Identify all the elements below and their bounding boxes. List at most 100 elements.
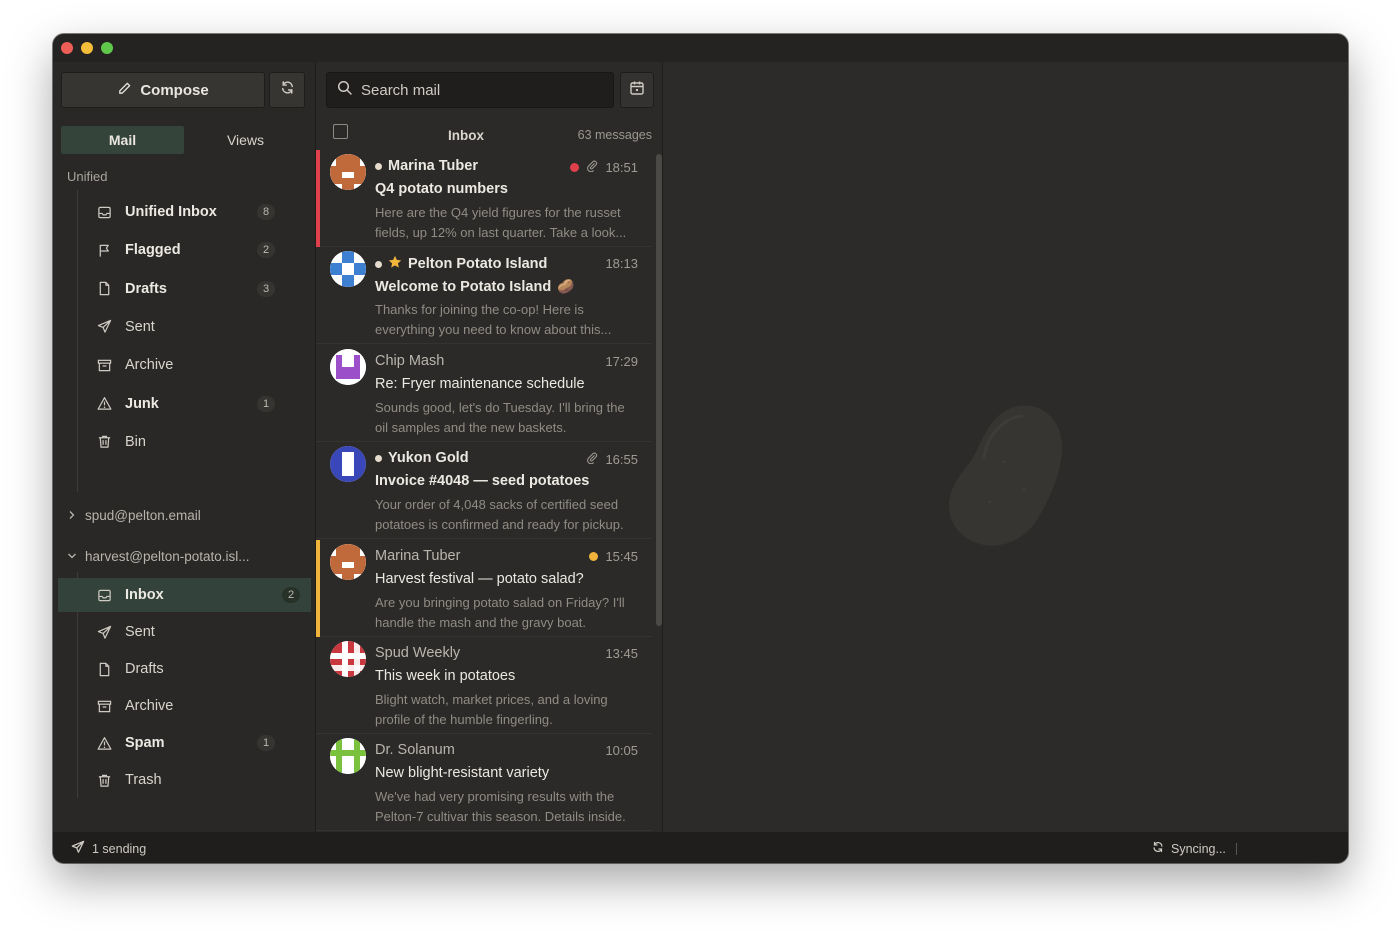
- folder-label: Inbox: [125, 587, 164, 603]
- subject-text: Welcome to Potato Island: [375, 278, 552, 295]
- folder-sent[interactable]: Sent: [85, 310, 313, 344]
- message-meta: 13:45: [605, 646, 638, 661]
- tab-views[interactable]: Views: [184, 126, 307, 154]
- send-icon: [71, 840, 85, 857]
- message-row[interactable]: Dr. Solanum 10:05 New blight-resistant var…: [316, 734, 652, 832]
- subject: New blight-resistant variety: [375, 765, 645, 781]
- subject: Q4 potato numbers: [375, 181, 645, 197]
- minimize-window-button[interactable]: [81, 42, 93, 54]
- avatar: [330, 641, 366, 677]
- folder-label: Drafts: [125, 280, 167, 297]
- sending-label: 1 sending: [92, 841, 147, 856]
- subject-text: Re: Fryer maintenance schedule: [375, 375, 585, 392]
- message-row[interactable]: Chip Mash 17:29 Re: Fryer maintenance sche…: [316, 345, 652, 442]
- subject-text: Invoice #4048 — seed potatoes: [375, 473, 590, 490]
- folder-spam[interactable]: Spam 1: [85, 726, 313, 760]
- unread-dot: [375, 454, 382, 462]
- message-meta: 18:13: [605, 256, 638, 271]
- calendar-button[interactable]: [620, 72, 654, 108]
- list-scrollbar[interactable]: [656, 154, 662, 626]
- folder-label: Spam: [125, 735, 165, 751]
- message-list-pane: Search mail Inbox 63 messages Marina Tub…: [315, 62, 663, 832]
- message-time: 13:45: [605, 646, 638, 661]
- chevron-down-icon: [67, 549, 77, 564]
- potato-emoji: 🥔: [557, 278, 575, 295]
- message-row[interactable]: Marina Tuber 15:45 Harvest festival — pota…: [316, 539, 652, 637]
- folder-junk[interactable]: Junk 1: [85, 387, 313, 421]
- potato-logo-placeholder: [948, 405, 1063, 546]
- inbox-icon: [96, 587, 112, 603]
- sender-name: Spud Weekly: [375, 645, 461, 661]
- sender-name: Yukon Gold: [388, 450, 469, 467]
- flag-icon: [96, 242, 112, 258]
- preview: We've had very promising results with th…: [375, 789, 626, 825]
- avatar: [330, 543, 366, 580]
- folder-label: Junk: [125, 395, 159, 412]
- message-row[interactable]: Pelton Potato Island 18:13 Welcome to Pota…: [316, 247, 652, 345]
- sync-icon: [1151, 840, 1165, 857]
- message-row[interactable]: Marina Tuber 18:51 Q4 potato numbers Here a…: [316, 150, 652, 247]
- folder-flagged[interactable]: Flagged 2: [85, 233, 313, 267]
- tab-mail[interactable]: Mail: [61, 126, 184, 154]
- preview: Here are the Q4 yield figures for the ru…: [375, 205, 627, 240]
- search-placeholder: Search mail: [361, 81, 441, 99]
- message-row[interactable]: Yukon Gold 16:55 Invoice #4048 — seed pota…: [316, 442, 652, 540]
- list-header: Inbox 63 messages: [316, 120, 662, 150]
- sender-name: Dr. Solanum: [375, 742, 455, 759]
- inbox-icon: [96, 204, 112, 220]
- folder-sent[interactable]: Sent: [85, 615, 313, 649]
- folder-unified-inbox[interactable]: Unified Inbox 8: [85, 195, 313, 229]
- message-row[interactable]: Spud Weekly 13:45 This week in potatoes Bli…: [316, 637, 652, 734]
- folder-drafts[interactable]: Drafts 3: [85, 272, 313, 306]
- folder-label: Drafts: [125, 661, 164, 677]
- avatar: [330, 738, 366, 775]
- subject: Invoice #4048 — seed potatoes: [375, 473, 645, 489]
- sender-name: Marina Tuber: [388, 158, 478, 174]
- sender: Spud Weekly: [375, 645, 460, 661]
- search-icon: [337, 80, 353, 100]
- preview: Your order of 4,048 sacks of certified s…: [375, 497, 624, 533]
- folder-bin[interactable]: Bin: [85, 425, 313, 459]
- avatar: [330, 348, 366, 385]
- refresh-button[interactable]: [269, 72, 305, 108]
- color-tag-dot: [589, 551, 599, 561]
- folder-label: Sent: [125, 624, 155, 640]
- send-icon: [96, 624, 112, 640]
- sender: Pelton Potato Island: [375, 255, 547, 273]
- unread-count-badge: 2: [257, 242, 275, 259]
- subject-text: Harvest festival — potato salad?: [375, 570, 584, 587]
- sender-name: Pelton Potato Island: [408, 256, 548, 273]
- trash-icon: [96, 772, 112, 788]
- file-icon: [96, 661, 112, 677]
- account-harvest[interactable]: harvest@pelton-potato.isl...: [67, 549, 250, 564]
- avatar: [330, 446, 366, 483]
- search-input[interactable]: Search mail: [326, 72, 614, 108]
- sender-name: Marina Tuber: [375, 547, 461, 564]
- paperclip-icon: [586, 159, 598, 175]
- folder-archive[interactable]: Archive: [85, 689, 313, 723]
- unread-dot: [375, 162, 382, 170]
- folder-label: Archive: [125, 357, 174, 374]
- status-bar: 1 sending Syncing...: [53, 832, 1348, 863]
- preview: Thanks for joining the co-op! Here is ev…: [375, 302, 612, 338]
- folder-trash[interactable]: Trash: [85, 763, 313, 797]
- sending-status[interactable]: 1 sending: [71, 840, 146, 857]
- folder-inbox[interactable]: Inbox 2: [58, 578, 311, 612]
- sync-progress: [1235, 842, 1237, 855]
- list-title: Inbox: [448, 128, 484, 143]
- folder-archive[interactable]: Archive: [85, 348, 313, 382]
- message-meta: 17:29: [605, 354, 638, 369]
- calendar-icon: [629, 80, 645, 101]
- zoom-window-button[interactable]: [101, 42, 113, 54]
- sidebar: Compose Mail Views Unified Unified Inbox…: [53, 62, 315, 832]
- sender-name: Chip Mash: [375, 352, 445, 369]
- account-spud[interactable]: spud@pelton.email: [67, 508, 201, 523]
- close-window-button[interactable]: [61, 42, 73, 54]
- archive-icon: [96, 357, 112, 373]
- compose-button[interactable]: Compose: [61, 72, 265, 108]
- folder-drafts[interactable]: Drafts: [85, 652, 313, 686]
- message-time: 16:55: [605, 451, 638, 467]
- message-meta: 15:45: [589, 549, 638, 564]
- sync-status: Syncing...: [1151, 840, 1237, 857]
- subject: Welcome to Potato Island 🥔: [375, 278, 645, 295]
